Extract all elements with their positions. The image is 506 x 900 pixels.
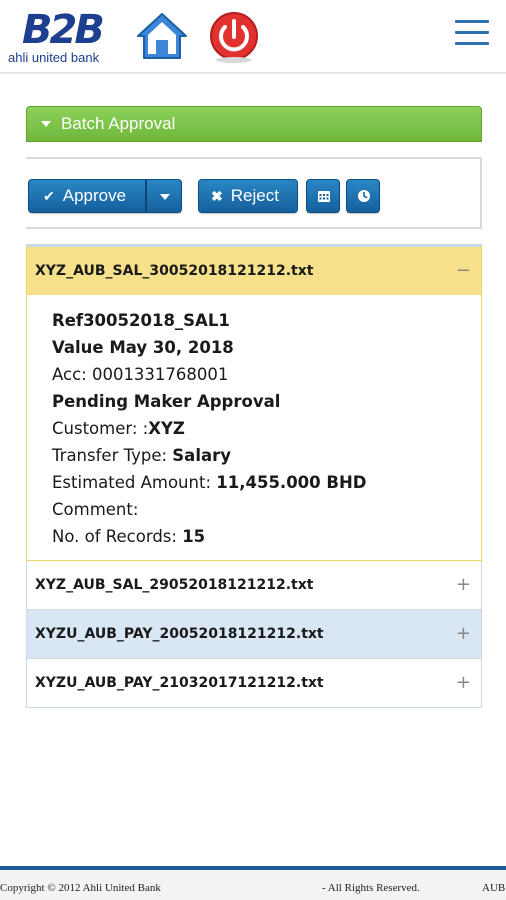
batch-file-name: XYZ_AUB_SAL_29052018121212.txt xyxy=(35,577,314,593)
estimated-amount-label: Estimated Amount: xyxy=(52,473,217,492)
collapse-icon[interactable]: − xyxy=(456,247,471,295)
check-icon: ✔ xyxy=(43,188,55,204)
transfer-type-value: Salary xyxy=(172,446,231,465)
logout-button[interactable] xyxy=(208,10,260,64)
batch-details: Ref30052018_SAL1 Value May 30, 2018 Acc:… xyxy=(27,295,481,560)
batch-item: XYZ_AUB_SAL_29052018121212.txt + xyxy=(26,561,482,610)
clock-button[interactable] xyxy=(346,179,380,213)
bank-logo[interactable]: B2B ahli united bank xyxy=(8,7,120,65)
rights-text: - All Rights Reserved. xyxy=(322,882,420,894)
footer-aub-link[interactable]: AUB xyxy=(482,882,505,894)
caret-down-icon xyxy=(41,121,51,127)
batch-item: XYZU_AUB_PAY_21032017121212.txt + xyxy=(26,659,482,708)
batch-reference: Ref30052018_SAL1 xyxy=(52,311,230,330)
estimated-amount-value: 11,455.000 BHD xyxy=(216,473,367,492)
calendar-button[interactable] xyxy=(306,179,340,213)
batch-comment: Comment: xyxy=(52,500,139,519)
reject-button[interactable]: ✖ Reject xyxy=(198,179,298,213)
batch-transfer-type: Transfer Type: Salary xyxy=(52,442,481,469)
batch-file-list: XYZ_AUB_SAL_30052018121212.txt − Ref3005… xyxy=(26,244,482,708)
batch-file-name: XYZU_AUB_PAY_21032017121212.txt xyxy=(35,675,324,691)
clock-icon xyxy=(358,190,370,202)
approve-button[interactable]: ✔ Approve xyxy=(28,179,146,213)
home-button[interactable] xyxy=(136,10,188,62)
customer-value: XYZ xyxy=(148,419,185,438)
page-footer: Copyright © 2012 Ahli United Bank - All … xyxy=(0,866,506,900)
approve-dropdown-button[interactable] xyxy=(146,179,182,213)
records-value: 15 xyxy=(182,527,206,546)
action-toolbar: ✔ Approve ✖ Reject xyxy=(26,157,482,229)
expand-icon[interactable]: + xyxy=(456,561,471,609)
panel-title: Batch Approval xyxy=(61,114,176,133)
menu-line xyxy=(455,31,489,34)
expand-icon[interactable]: + xyxy=(456,659,471,707)
batch-value-date: Value May 30, 2018 xyxy=(52,338,234,357)
batch-item: XYZU_AUB_PAY_20052018121212.txt + xyxy=(26,610,482,659)
batch-item-header[interactable]: XYZ_AUB_SAL_30052018121212.txt − xyxy=(27,247,481,295)
approve-label: Approve xyxy=(62,186,127,205)
batch-records: No. of Records: 15 xyxy=(52,523,481,550)
batch-item-header[interactable]: XYZU_AUB_PAY_21032017121212.txt + xyxy=(27,659,481,707)
calendar-icon xyxy=(318,191,330,202)
hamburger-menu-button[interactable] xyxy=(452,20,492,50)
logo-mark: B2B xyxy=(22,7,105,53)
batch-approval-header[interactable]: Batch Approval xyxy=(26,106,482,142)
batch-item-header[interactable]: XYZ_AUB_SAL_29052018121212.txt + xyxy=(27,561,481,609)
reject-label: Reject xyxy=(230,186,279,205)
chevron-down-icon xyxy=(160,194,170,200)
batch-file-name: XYZU_AUB_PAY_20052018121212.txt xyxy=(35,626,324,642)
transfer-type-label: Transfer Type: xyxy=(52,446,173,465)
copyright-text: Copyright © 2012 Ahli United Bank xyxy=(0,882,161,894)
home-icon xyxy=(137,13,187,59)
batch-estimated-amount: Estimated Amount: 11,455.000 BHD xyxy=(52,469,481,496)
menu-line xyxy=(455,42,489,45)
customer-label: Customer: : xyxy=(52,419,149,438)
batch-account: Acc: 0001331768001 xyxy=(52,365,229,384)
batch-status: Pending Maker Approval xyxy=(52,392,281,411)
logo-text: ahli united bank xyxy=(8,50,100,65)
batch-item: XYZ_AUB_SAL_30052018121212.txt − Ref3005… xyxy=(26,244,482,561)
app-header: B2B ahli united bank xyxy=(0,0,506,74)
batch-customer: Customer: :XYZ xyxy=(52,415,481,442)
batch-item-header[interactable]: XYZU_AUB_PAY_20052018121212.txt + xyxy=(27,610,481,658)
expand-icon[interactable]: + xyxy=(456,610,471,658)
menu-line xyxy=(455,20,489,23)
close-icon: ✖ xyxy=(211,188,223,204)
batch-file-name: XYZ_AUB_SAL_30052018121212.txt xyxy=(35,263,314,279)
power-icon xyxy=(210,12,258,63)
records-label: No. of Records: xyxy=(52,527,183,546)
